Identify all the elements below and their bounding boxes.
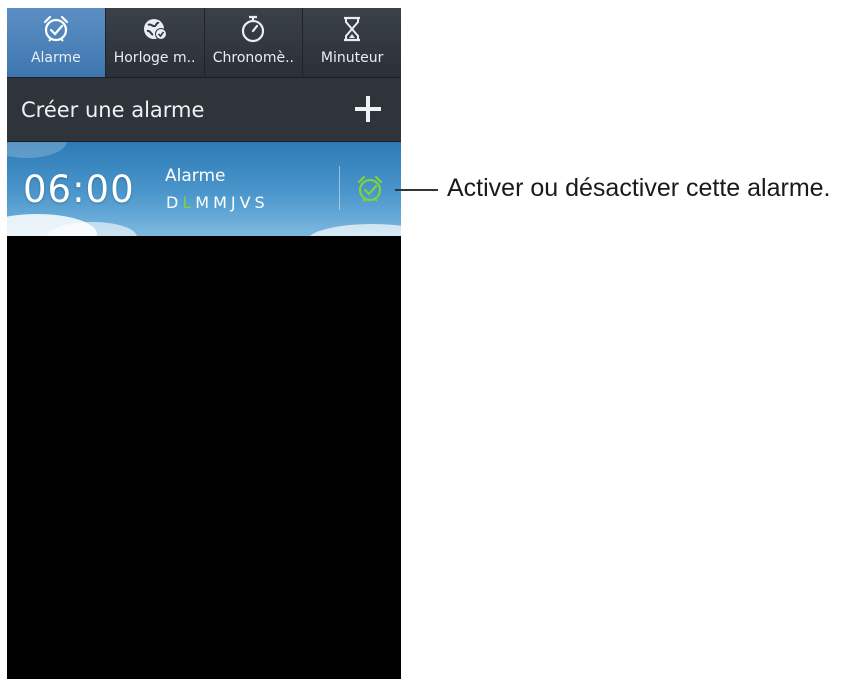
- alarm-clock-icon: [41, 14, 71, 44]
- day-friday: V: [239, 193, 255, 212]
- day-thursday: J: [230, 193, 240, 212]
- hourglass-icon: [337, 14, 367, 44]
- day-sunday: D: [166, 193, 183, 212]
- tab-label: Chronomè..: [212, 50, 294, 66]
- alarm-days: DLMMJVS: [166, 193, 269, 212]
- create-alarm-bar[interactable]: Créer une alarme: [7, 78, 401, 142]
- alarm-list-item[interactable]: 06:00 Alarme DLMMJVS: [7, 142, 401, 236]
- day-tuesday: M: [195, 193, 214, 212]
- day-monday: L: [182, 193, 196, 212]
- callout-text: Activer ou désactiver cette alarme.: [447, 174, 831, 202]
- day-wednesday: M: [213, 193, 231, 212]
- world-clock-icon: [140, 14, 170, 44]
- stopwatch-icon: [238, 14, 268, 44]
- tab-world-clock[interactable]: Horloge m..: [106, 8, 205, 77]
- cloud-decoration: [7, 142, 67, 158]
- divider: [339, 166, 340, 210]
- tab-stopwatch[interactable]: Chronomè..: [205, 8, 304, 77]
- tab-alarm[interactable]: Alarme: [7, 8, 106, 77]
- callout-line: [395, 189, 438, 191]
- alarm-time: 06:00: [23, 168, 135, 211]
- phone-screen: Alarme Horloge m.. Chronomè.. Minuteur C…: [7, 8, 401, 679]
- alarm-toggle-icon[interactable]: [355, 174, 385, 204]
- tab-label: Alarme: [30, 50, 81, 66]
- tab-bar: Alarme Horloge m.. Chronomè.. Minuteur: [7, 8, 401, 78]
- plus-icon[interactable]: [353, 94, 383, 124]
- tab-timer[interactable]: Minuteur: [303, 8, 401, 77]
- tab-label: Horloge m..: [113, 50, 196, 66]
- alarm-name: Alarme: [165, 166, 226, 186]
- cloud-decoration: [307, 224, 401, 236]
- day-saturday: S: [254, 193, 269, 212]
- tab-label: Minuteur: [320, 50, 384, 66]
- create-alarm-label: Créer une alarme: [21, 97, 205, 122]
